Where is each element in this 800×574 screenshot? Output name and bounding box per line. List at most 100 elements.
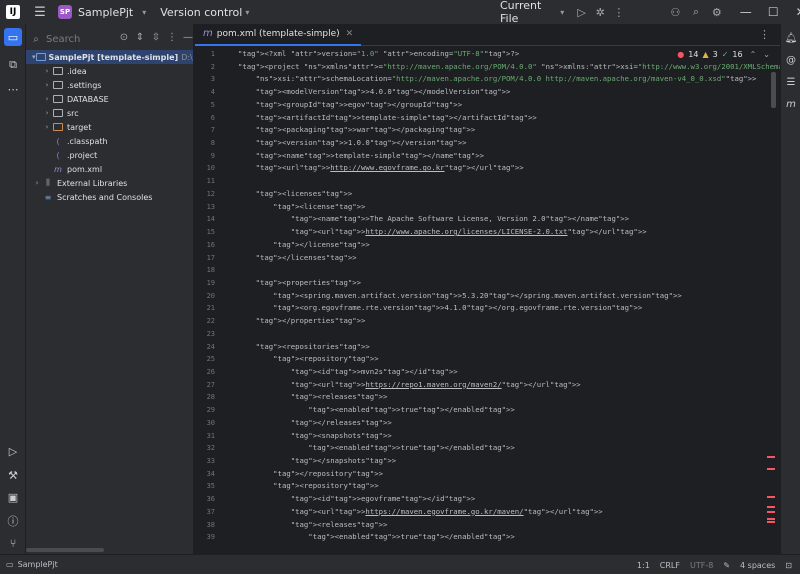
code-line[interactable]: "tag"><artifactId"tag">>template-simple"… — [238, 112, 758, 125]
app-logo[interactable]: IJ — [6, 5, 20, 19]
search-icon[interactable]: ⌕ — [689, 4, 704, 20]
error-stripe-mark[interactable] — [767, 496, 775, 498]
chevron-right-icon[interactable]: › — [42, 81, 52, 89]
code-line[interactable]: "tag"><repositories"tag">> — [238, 341, 758, 354]
chevron-right-icon[interactable]: › — [42, 123, 52, 131]
code-line[interactable]: "tag"><project "ns">xmlns"attr">="http:/… — [238, 61, 780, 74]
code-line[interactable]: "tag"><license"tag">> — [238, 201, 758, 214]
error-stripe-mark[interactable] — [767, 521, 775, 523]
code-line[interactable]: "tag"></license"tag">> — [238, 239, 758, 252]
problems-tool-icon[interactable]: ⓘ — [4, 512, 22, 530]
hide-panel-icon[interactable]: — — [182, 32, 193, 43]
code-line[interactable]: "tag"><releases"tag">> — [238, 519, 758, 532]
code-line[interactable] — [238, 264, 758, 277]
main-menu-icon[interactable]: ☰ — [32, 5, 48, 20]
tree-item[interactable]: › target — [26, 120, 193, 134]
tree-item[interactable]: › ⫼ External Libraries — [26, 176, 193, 190]
code-line[interactable]: "ns">xsi:"attr">schemaLocation="http://m… — [238, 73, 758, 86]
next-highlight-icon[interactable]: ⌄ — [763, 50, 770, 59]
project-search-input[interactable] — [46, 33, 106, 45]
code-view[interactable]: "tag"><?xml "attr">version="1.0" "attr">… — [238, 48, 780, 544]
settings-gear-icon[interactable]: ⚙ — [709, 4, 724, 20]
code-line[interactable]: "tag"><id"tag">>egovframe"tag"></id"tag"… — [238, 493, 758, 506]
run-icon[interactable]: ▷ — [574, 4, 589, 20]
maven-icon[interactable]: m — [783, 96, 799, 112]
database-icon[interactable]: ☰ — [783, 74, 799, 90]
collapse-all-icon[interactable]: ⇳ — [150, 32, 162, 43]
error-stripe-mark[interactable] — [767, 506, 775, 508]
code-line[interactable]: "tag"><enabled"tag">>true"tag"></enabled… — [238, 404, 758, 417]
code-line[interactable]: "tag"><packaging"tag">>war"tag"></packag… — [238, 124, 758, 137]
run-config-selector[interactable]: Current File ▾ — [500, 0, 564, 25]
tree-item[interactable]: › .idea — [26, 64, 193, 78]
code-line[interactable]: "tag"><org.egovframe.rte.version"tag">>4… — [238, 302, 758, 315]
code-line[interactable]: "tag"><?xml "attr">version="1.0" "attr">… — [238, 48, 758, 61]
add-user-icon[interactable]: ⚇ — [668, 4, 683, 20]
more-actions-icon[interactable]: ⋮ — [612, 4, 627, 20]
expand-all-icon[interactable]: ⇕ — [134, 32, 146, 43]
caret-position[interactable]: 1:1 — [637, 561, 650, 570]
git-tool-icon[interactable]: ⑂ — [4, 534, 22, 552]
more-tools-icon[interactable]: ⋯ — [4, 80, 22, 98]
error-stripe-mark[interactable] — [767, 511, 775, 513]
code-line[interactable]: "tag"><url"tag">>https://maven.egovframe… — [238, 506, 758, 519]
error-stripe-mark[interactable] — [767, 468, 775, 470]
code-line[interactable]: "tag"><id"tag">>mvn2s"tag"></id"tag">> — [238, 366, 758, 379]
read-only-lock-icon[interactable]: ⊡ — [785, 561, 792, 570]
code-line[interactable]: "tag"></snapshots"tag">> — [238, 455, 758, 468]
code-line[interactable]: "tag"><licenses"tag">> — [238, 188, 758, 201]
close-tab-icon[interactable]: ✕ — [346, 29, 354, 39]
ai-assistant-icon[interactable]: @ — [783, 52, 799, 68]
services-tool-icon[interactable]: ▷ — [4, 442, 22, 460]
code-line[interactable]: "tag"><url"tag">>https://repo1.maven.org… — [238, 379, 758, 392]
editor-vertical-scrollbar[interactable] — [771, 72, 776, 108]
code-line[interactable]: "tag"></releases"tag">> — [238, 417, 758, 430]
chevron-right-icon[interactable]: › — [42, 109, 52, 117]
code-line[interactable]: "tag"><repository"tag">> — [238, 353, 758, 366]
tree-item[interactable]: ▾SamplePjt [template-simple]D:\study\ — [26, 50, 193, 64]
code-line[interactable] — [238, 328, 758, 341]
code-line[interactable]: "tag"><name"tag">>template-simple"tag"><… — [238, 150, 758, 163]
code-line[interactable]: "tag"><releases"tag">> — [238, 391, 758, 404]
code-line[interactable]: "tag"></licenses"tag">> — [238, 252, 758, 265]
tree-item[interactable]: ≡ Scratches and Consoles — [26, 190, 193, 204]
terminal-tool-icon[interactable]: ▣ — [4, 488, 22, 506]
version-control-menu[interactable]: Version control ▾ — [160, 6, 249, 19]
code-line[interactable] — [238, 175, 758, 188]
code-line[interactable]: "tag"><url"tag">>http://www.apache.org/l… — [238, 226, 758, 239]
tree-item[interactable]: › .settings — [26, 78, 193, 92]
maximize-button[interactable]: ☐ — [760, 5, 787, 19]
tab-pom-xml[interactable]: m pom.xml (template-simple) ✕ — [195, 24, 362, 46]
close-window-button[interactable]: ✕ — [787, 5, 800, 19]
tree-item[interactable]: › src — [26, 106, 193, 120]
code-line[interactable]: "tag"></repository"tag">> — [238, 468, 758, 481]
tree-item[interactable]: (.classpath — [26, 134, 193, 148]
error-stripe-mark[interactable] — [767, 518, 775, 520]
options-icon[interactable]: ⋮ — [166, 32, 178, 43]
code-line[interactable]: "tag"></properties"tag">> — [238, 315, 758, 328]
error-stripe-mark[interactable] — [767, 456, 775, 458]
code-line[interactable]: "tag"><modelVersion"tag">>4.0.0"tag"></m… — [238, 86, 758, 99]
minimize-button[interactable]: — — [732, 5, 759, 19]
code-line[interactable]: "tag"><repository"tag">> — [238, 480, 758, 493]
line-ending[interactable]: CRLF — [660, 561, 680, 570]
tree-horizontal-scrollbar[interactable] — [26, 548, 104, 552]
chevron-right-icon[interactable]: › — [42, 67, 52, 75]
chevron-right-icon[interactable]: › — [32, 179, 42, 187]
tree-item[interactable]: (.project — [26, 148, 193, 162]
project-search[interactable]: ⌕ — [30, 30, 110, 48]
code-line[interactable]: "tag"><groupId"tag">>egov"tag"></groupId… — [238, 99, 758, 112]
code-line[interactable]: "tag"><version"tag">>1.0.0"tag"></versio… — [238, 137, 758, 150]
tab-options-icon[interactable]: ⋮ — [759, 28, 770, 41]
indent-setting[interactable]: 4 spaces — [740, 561, 775, 570]
notifications-icon[interactable]: 🔔︎ — [783, 30, 799, 46]
build-tool-icon[interactable]: ⚒ — [4, 466, 22, 484]
code-line[interactable]: "tag"><enabled"tag">>true"tag"></enabled… — [238, 531, 758, 544]
project-tool-icon[interactable]: ▭ — [4, 28, 22, 46]
code-line[interactable]: "tag"><enabled"tag">>true"tag"></enabled… — [238, 442, 758, 455]
status-breadcrumb[interactable]: ▭ SamplePjt — [6, 560, 58, 569]
code-line[interactable]: "tag"><url"tag">>http://www.egovframe.go… — [238, 162, 758, 175]
select-opened-file-icon[interactable]: ⊙ — [118, 32, 130, 43]
code-line[interactable]: "tag"><properties"tag">> — [238, 277, 758, 290]
structure-tool-icon[interactable]: ⧉ — [4, 56, 22, 74]
